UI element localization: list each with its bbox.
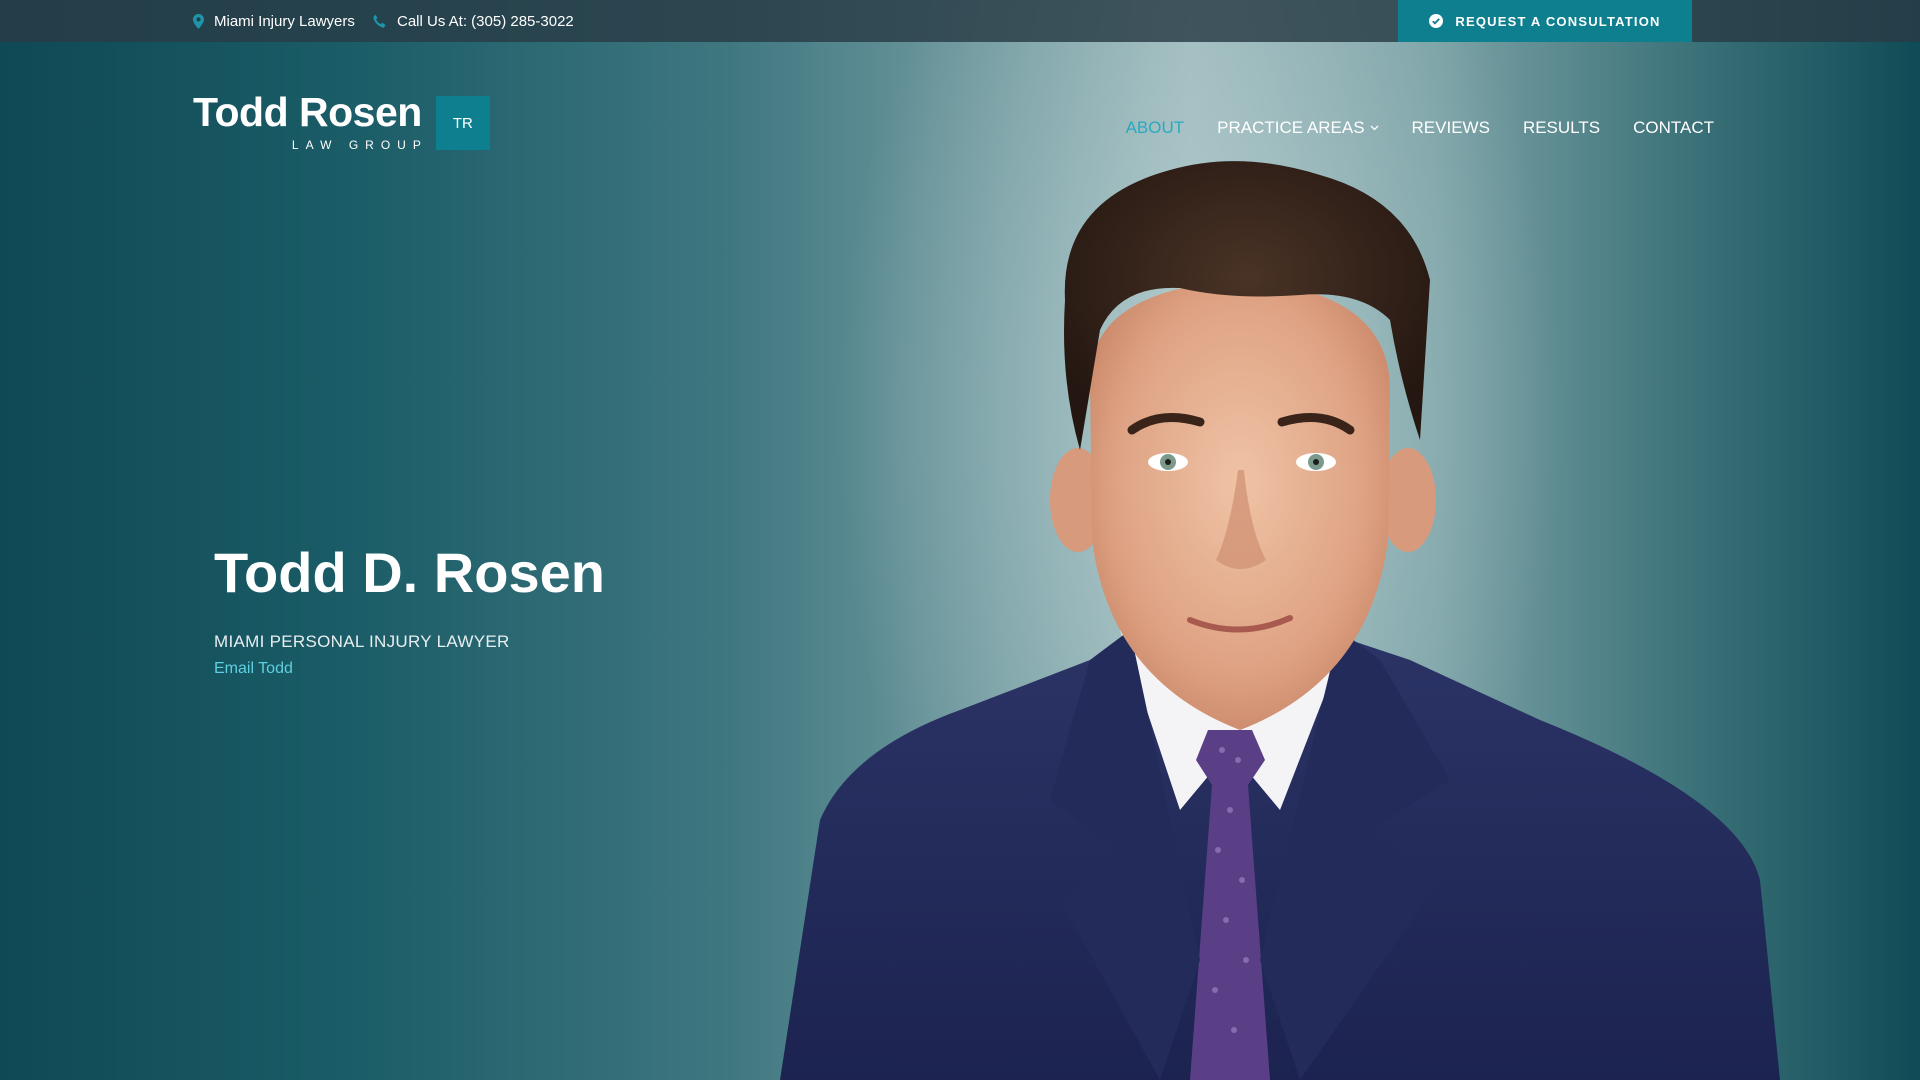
nav-item-about[interactable]: ABOUT [1126,118,1185,138]
logo-text: Todd Rosen LAW GROUP [193,88,422,152]
logo-name: Todd Rosen [193,89,422,135]
phone-label: Call Us At: (305) 285-3022 [397,12,574,30]
top-bar: Miami Injury Lawyers Call Us At: (305) 2… [0,0,1920,42]
check-circle-icon [1429,14,1444,28]
nav-item-contact[interactable]: CONTACT [1633,118,1714,138]
site-logo[interactable]: Todd Rosen LAW GROUP TR [193,88,490,152]
location-link[interactable]: Miami Injury Lawyers [193,0,355,42]
page: Miami Injury Lawyers Call Us At: (305) 2… [0,0,1920,1080]
hero-subtitle: MIAMI PERSONAL INJURY LAWYER [214,632,510,651]
request-consultation-button[interactable]: REQUEST A CONSULTATION [1398,0,1692,42]
consult-button-label: REQUEST A CONSULTATION [1455,13,1661,29]
phone-icon [372,14,387,29]
logo-subtitle: LAW GROUP [291,138,428,152]
location-label: Miami Injury Lawyers [214,12,355,30]
attorney-portrait [780,161,1780,1080]
chevron-down-icon [1370,125,1379,131]
hero-title: Todd D. Rosen [214,541,605,604]
map-pin-icon [193,13,204,29]
nav-item-reviews[interactable]: REVIEWS [1412,118,1490,138]
nav-item-results[interactable]: RESULTS [1523,118,1600,138]
email-todd-link[interactable]: Email Todd [214,660,293,678]
logo-mark: TR [435,96,490,150]
nav-item-practice-areas[interactable]: PRACTICE AREAS [1217,118,1378,138]
nav-item-label: PRACTICE AREAS [1217,118,1365,137]
main-nav: ABOUT PRACTICE AREAS REVIEWS RESULTS CON… [1126,118,1714,138]
phone-link[interactable]: Call Us At: (305) 285-3022 [372,0,574,42]
